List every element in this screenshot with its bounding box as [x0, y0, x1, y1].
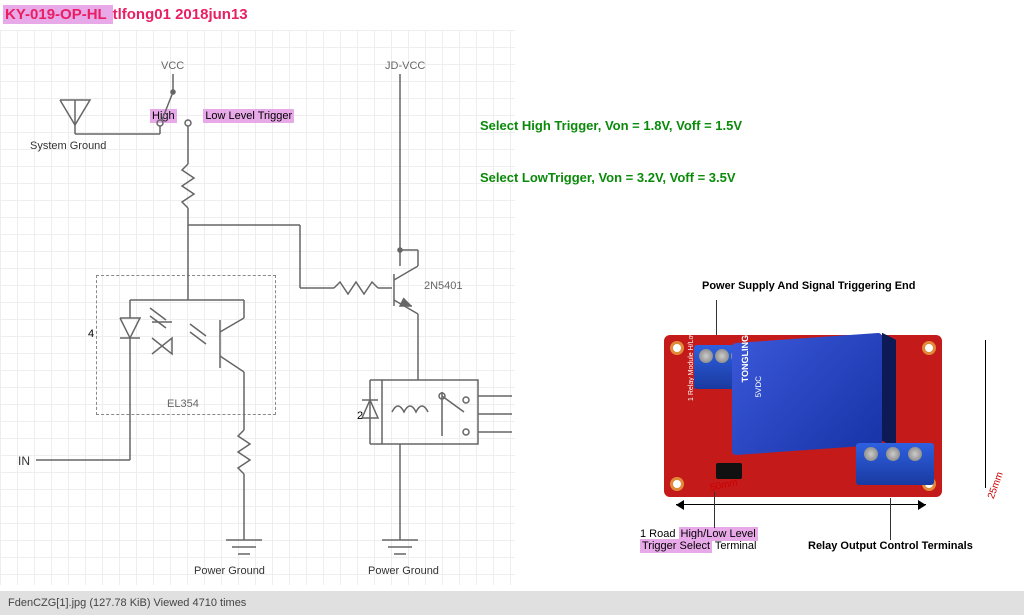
screw-icon: [699, 349, 713, 363]
schematic-svg: [0, 0, 520, 590]
attachment-info-bar: FdenCZG[1].jpg (127.78 KiB) Viewed 4710 …: [0, 591, 1024, 615]
relay-text-brand: TONGLING: [740, 335, 750, 383]
relay-text-spec: 5VDC: [754, 376, 763, 398]
caption-highlight: Trigger Select: [640, 539, 712, 553]
relay-module-photo: Power Supply And Signal Triggering End 1…: [640, 280, 1000, 575]
attachment-views: 4710: [192, 597, 216, 609]
attachment-size: 127.78 KiB: [93, 597, 147, 609]
caption-output-terminals: Relay Output Control Terminals: [808, 540, 973, 552]
caption-power-supply: Power Supply And Signal Triggering End: [702, 280, 916, 292]
dimension-25mm: [985, 340, 986, 488]
dim-label-25mm: 25mm: [986, 471, 1006, 501]
callout-line: [716, 300, 717, 336]
callout-line: [890, 498, 891, 540]
mounting-hole-icon: [670, 477, 684, 491]
output-terminal-block: [856, 443, 934, 485]
screw-icon: [908, 447, 922, 461]
trigger-select-jumper: [716, 463, 742, 479]
caption-trigger-select: 1 Road High/Low Level Trigger Select Ter…: [640, 528, 758, 552]
mounting-hole-icon: [922, 341, 936, 355]
relay-pcb: 1 Relay Module H/Low Level Trigger TONGL…: [664, 335, 942, 497]
callout-line: [714, 492, 715, 528]
attachment-filename: FdenCZG[1].jpg: [8, 597, 86, 609]
screw-icon: [864, 447, 878, 461]
caption-part: Terminal: [712, 540, 756, 552]
screw-icon: [715, 349, 729, 363]
screw-icon: [886, 447, 900, 461]
relay-component: TONGLING 5VDC: [732, 333, 882, 455]
mounting-hole-icon: [670, 341, 684, 355]
